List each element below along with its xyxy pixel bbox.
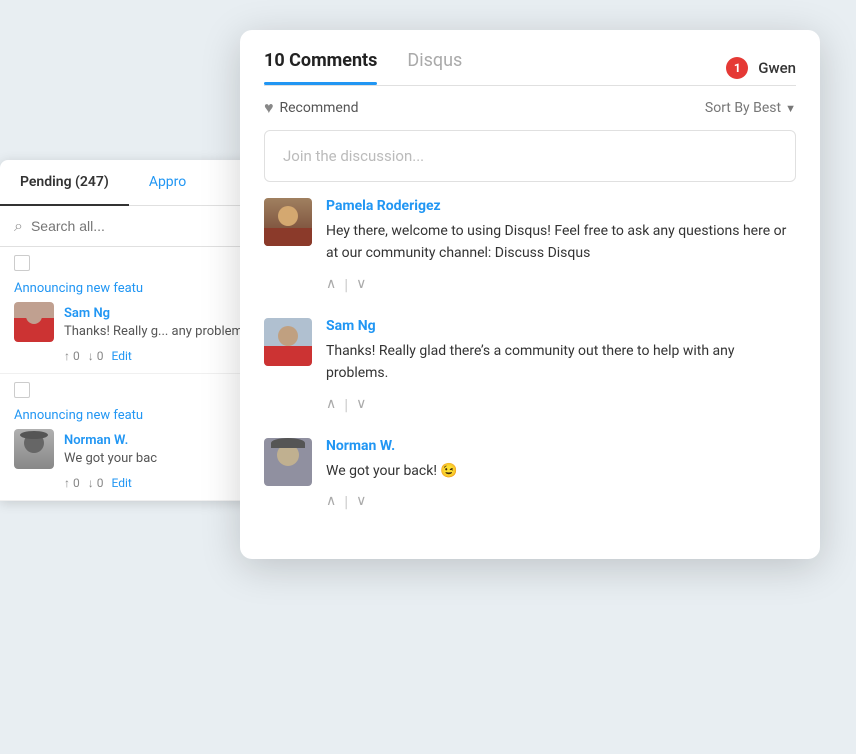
comment-content-2: Norman W. We got your bac ↑ 0 ↓ 0 Edit	[64, 429, 157, 490]
comment-actions-2: ↑ 0 ↓ 0 Edit	[64, 476, 157, 490]
avatar-sam-small	[14, 302, 54, 342]
downvote-1[interactable]: ↓ 0	[88, 349, 104, 363]
heart-icon: ♥	[264, 98, 274, 118]
edit-btn-2[interactable]: Edit	[112, 476, 132, 490]
sort-button[interactable]: Sort By Best ▼	[705, 100, 796, 116]
avatar-pamela	[264, 198, 312, 246]
upvote-1[interactable]: ↑ 0	[64, 349, 80, 363]
post-link-2[interactable]: Announcing new featu	[14, 408, 276, 423]
text-norman: We got your back! 😉	[326, 460, 796, 482]
approved-tab[interactable]: Appro	[129, 160, 206, 205]
comment-sam: Sam Ng Thanks! Really glad there’s a com…	[264, 318, 796, 414]
comment-actions-1: ↑ 0 ↓ 0 Edit	[64, 349, 253, 363]
comment-checkbox-2[interactable]	[14, 382, 30, 398]
tab-disqus[interactable]: Disqus	[407, 50, 462, 85]
comment-pamela: Pamela Roderigez Hey there, welcome to u…	[264, 198, 796, 294]
downvote-2[interactable]: ↓ 0	[88, 476, 104, 490]
upvote-sam[interactable]: ∧	[326, 396, 336, 412]
user-name: Gwen	[758, 59, 796, 77]
notification-badge[interactable]: 1	[726, 57, 748, 79]
upvote-pamela[interactable]: ∧	[326, 276, 336, 292]
upvote-2[interactable]: ↑ 0	[64, 476, 80, 490]
comments-list: Pamela Roderigez Hey there, welcome to u…	[240, 198, 820, 559]
toolbar: ♥ Recommend Sort By Best ▼	[240, 86, 820, 130]
author-norman: Norman W.	[326, 438, 796, 454]
comment-text-2: We got your bac	[64, 450, 157, 468]
pending-tab[interactable]: Pending (247)	[0, 160, 129, 206]
downvote-sam[interactable]: ∨	[356, 396, 366, 412]
comment-author-2: Norman W.	[64, 433, 128, 448]
text-sam: Thanks! Really glad there’s a community …	[326, 340, 796, 385]
comment-content-1: Sam Ng Thanks! Really g... any problems.…	[64, 302, 253, 363]
comment-text-1: Thanks! Really g... any problems.	[64, 323, 253, 341]
disqus-panel: 10 Comments Disqus 1 Gwen ♥ Recommend So…	[240, 30, 820, 559]
author-sam: Sam Ng	[326, 318, 796, 334]
author-pamela: Pamela Roderigez	[326, 198, 796, 214]
downvote-pamela[interactable]: ∨	[356, 276, 366, 292]
vote-row-norman: ∧ | ∨	[326, 492, 796, 511]
avatar-norman-lg	[264, 438, 312, 486]
tab-comments[interactable]: 10 Comments	[264, 50, 377, 85]
search-icon: ⌕	[14, 216, 23, 236]
avatar-norman-small	[14, 429, 54, 469]
comment-body-norman: Norman W. We got your back! 😉 ∧ | ∨	[326, 438, 796, 511]
upvote-norman[interactable]: ∧	[326, 493, 336, 509]
recommend-button[interactable]: ♥ Recommend	[264, 98, 358, 118]
discussion-input[interactable]: Join the discussion...	[264, 130, 796, 182]
comment-norman: Norman W. We got your back! 😉 ∧ | ∨	[264, 438, 796, 511]
vote-row-pamela: ∧ | ∨	[326, 275, 796, 294]
post-link-1[interactable]: Announcing new featu	[14, 281, 276, 296]
avatar-sam-lg	[264, 318, 312, 366]
vote-row-sam: ∧ | ∨	[326, 395, 796, 414]
comment-body-pamela: Pamela Roderigez Hey there, welcome to u…	[326, 198, 796, 294]
chevron-down-icon: ▼	[785, 102, 796, 115]
comment-author-1: Sam Ng	[64, 306, 110, 321]
downvote-norman[interactable]: ∨	[356, 493, 366, 509]
text-pamela: Hey there, welcome to using Disqus! Feel…	[326, 220, 796, 265]
header-right: 1 Gwen	[726, 57, 796, 79]
comment-checkbox-1[interactable]	[14, 255, 30, 271]
search-input[interactable]	[31, 218, 212, 234]
comment-body-sam: Sam Ng Thanks! Really glad there’s a com…	[326, 318, 796, 414]
edit-btn-1[interactable]: Edit	[112, 349, 132, 363]
disqus-header: 10 Comments Disqus 1 Gwen	[240, 30, 820, 85]
